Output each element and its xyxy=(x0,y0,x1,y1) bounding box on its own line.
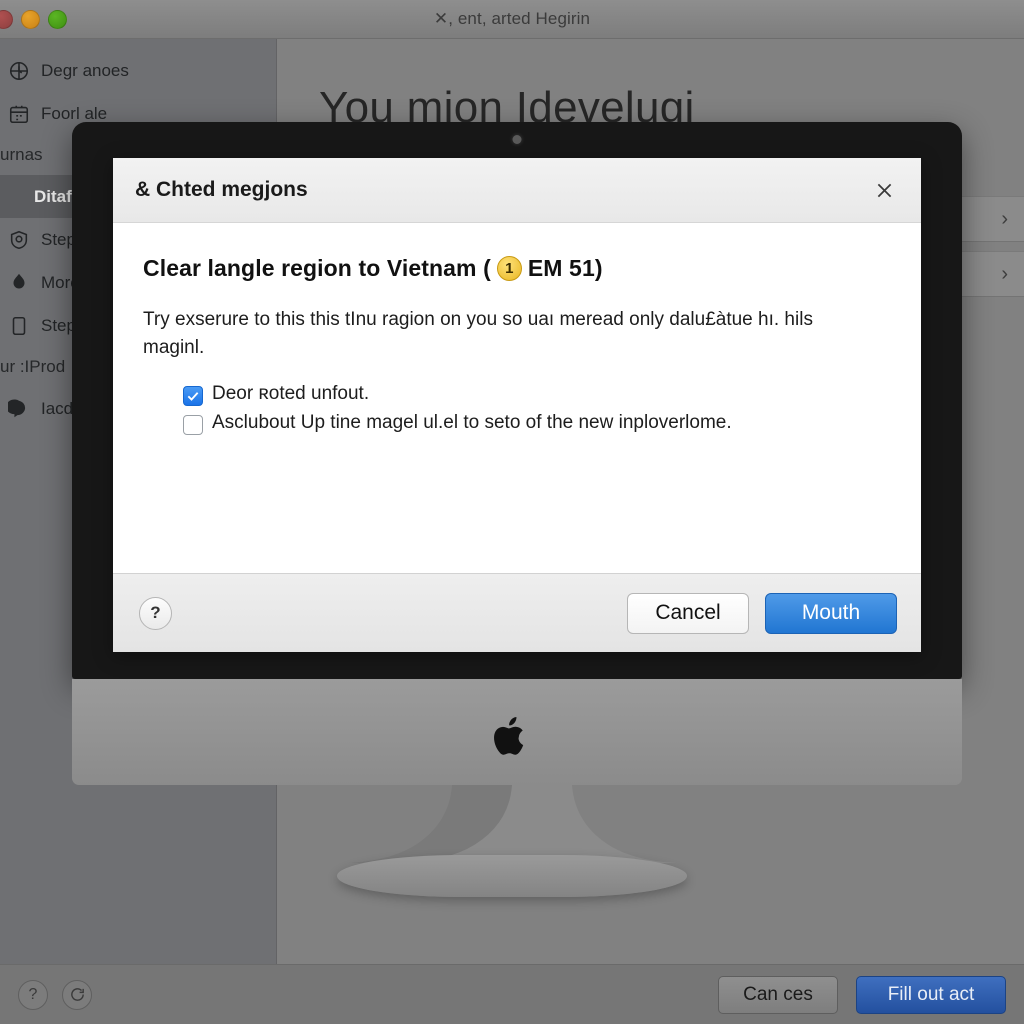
sidebar-item-label: Degr anoes xyxy=(41,60,129,80)
sidebar-item-label: Step xyxy=(41,315,76,335)
chevron-right-icon: › xyxy=(1001,262,1008,285)
dialog-heading-prefix: Clear langle region to Vietnam ( xyxy=(143,255,491,281)
bottom-action-bar: ? Can ces Fill out act xyxy=(0,964,1024,1024)
window-title: ✕, ent, arted Hegirin xyxy=(433,9,591,28)
dialog-heading-suffix: EM 51) xyxy=(527,255,603,281)
clock-icon xyxy=(8,60,30,82)
checkbox-row[interactable]: Asclubout Up tine magel ul.el to seto of… xyxy=(183,412,891,436)
window-titlebar: ✕, ent, arted Hegirin xyxy=(0,0,1024,39)
dialog-heading: Clear langle region to Vietnam ( 1 EM 51… xyxy=(143,255,891,282)
dialog-titlebar: & Chted megjons xyxy=(113,158,921,223)
document-icon xyxy=(8,315,30,337)
checkbox-row[interactable]: Deor ʀoted unfout. xyxy=(183,383,891,407)
apple-logo-icon xyxy=(493,714,531,759)
sidebar-item-label: Step xyxy=(41,229,76,249)
checkbox-label: Deor ʀoted unfout. xyxy=(212,383,370,405)
sidebar-item-label: Foorl ale xyxy=(41,103,108,123)
checkbox-input[interactable] xyxy=(183,415,203,436)
dialog-description: Try exserure to this this tInu ragion on… xyxy=(143,309,813,358)
chevron-right-icon: › xyxy=(1001,207,1008,230)
question-mark-icon[interactable]: ? xyxy=(18,979,48,1010)
imac-stand-foot xyxy=(337,855,687,897)
checkbox-label: Asclubout Up tine magel ul.el to seto of… xyxy=(212,412,732,434)
screen-root: ✕, ent, arted Hegirin Degr anoes Foorl a… xyxy=(0,0,1024,1024)
dialog-body: Clear langle region to Vietnam ( 1 EM 51… xyxy=(113,223,921,573)
sidebar-item-degranoes[interactable]: Degr anoes xyxy=(0,49,276,92)
sidebar-item-label: Ditaf xyxy=(34,186,72,206)
status-badge: 1 xyxy=(496,256,522,281)
checkbox-input[interactable] xyxy=(183,386,203,407)
dialog-title: & Chted megjons xyxy=(135,178,308,201)
shield-icon xyxy=(8,229,30,251)
help-icon[interactable]: ? xyxy=(139,596,172,630)
dialog-checkbox-group: Deor ʀoted unfout. Asclubout Up tine mag… xyxy=(143,383,891,436)
cancel-button[interactable]: Cancel xyxy=(627,592,749,634)
flame-icon xyxy=(8,272,30,294)
imac-stand-neck xyxy=(347,785,677,863)
dialog-footer: ? Cancel Mouth xyxy=(113,573,921,652)
camera-icon xyxy=(512,135,522,144)
calendar-icon xyxy=(8,103,30,125)
chat-icon xyxy=(8,398,30,420)
refresh-icon[interactable] xyxy=(62,979,92,1010)
bottom-cancel-button[interactable]: Can ces xyxy=(718,975,838,1014)
modal-dialog: & Chted megjons Clear langle region to V… xyxy=(113,158,921,652)
bottom-primary-button[interactable]: Fill out act xyxy=(856,975,1006,1014)
close-icon[interactable] xyxy=(867,173,901,207)
confirm-button[interactable]: Mouth xyxy=(765,592,897,634)
